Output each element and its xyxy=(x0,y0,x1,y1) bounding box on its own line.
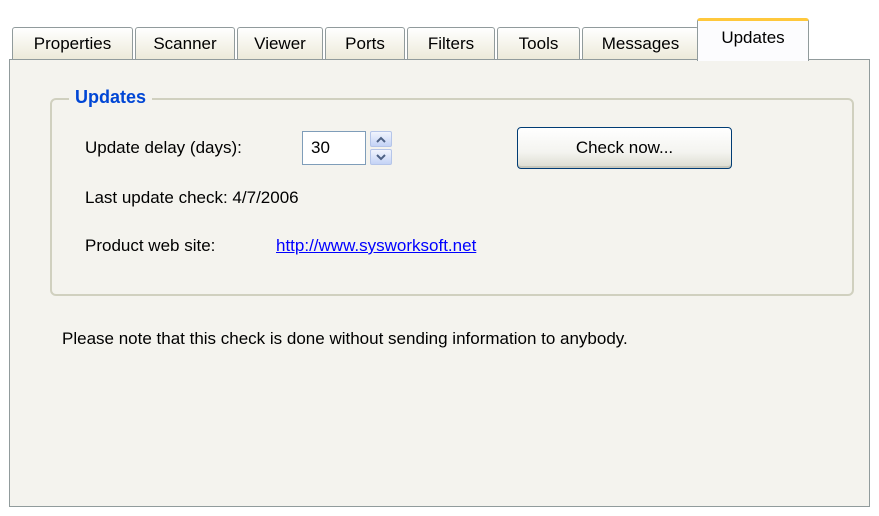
tab-ports[interactable]: Ports xyxy=(325,27,405,60)
product-website-link[interactable]: http://www.sysworksoft.net xyxy=(276,235,476,257)
tab-properties[interactable]: Properties xyxy=(12,27,133,60)
spin-up-button[interactable] xyxy=(370,131,392,147)
updates-group-title: Updates xyxy=(69,86,153,108)
privacy-note: Please note that this check is done with… xyxy=(62,329,628,348)
update-delay-label: Update delay (days): xyxy=(85,138,242,157)
chevron-up-icon xyxy=(376,136,386,143)
tab-panel-updates: Updates Update delay (days): Check now..… xyxy=(9,59,870,507)
tab-filters[interactable]: Filters xyxy=(407,27,495,60)
last-update-check-text: Last update check: 4/7/2006 xyxy=(85,188,299,207)
spin-down-button[interactable] xyxy=(370,149,392,165)
tab-messages[interactable]: Messages xyxy=(582,27,699,60)
tab-scanner[interactable]: Scanner xyxy=(135,27,235,60)
updates-dialog: Properties Scanner Viewer Ports Filters … xyxy=(0,0,879,516)
check-now-button[interactable]: Check now... xyxy=(517,127,732,169)
product-web-site-label: Product web site: xyxy=(85,236,216,255)
update-delay-spinner xyxy=(370,131,392,165)
update-delay-input[interactable] xyxy=(302,131,366,165)
tab-tools[interactable]: Tools xyxy=(497,27,580,60)
tab-strip: Properties Scanner Viewer Ports Filters … xyxy=(0,0,879,62)
chevron-down-icon xyxy=(376,153,386,160)
tab-updates[interactable]: Updates xyxy=(697,18,809,61)
tab-viewer[interactable]: Viewer xyxy=(237,27,323,60)
